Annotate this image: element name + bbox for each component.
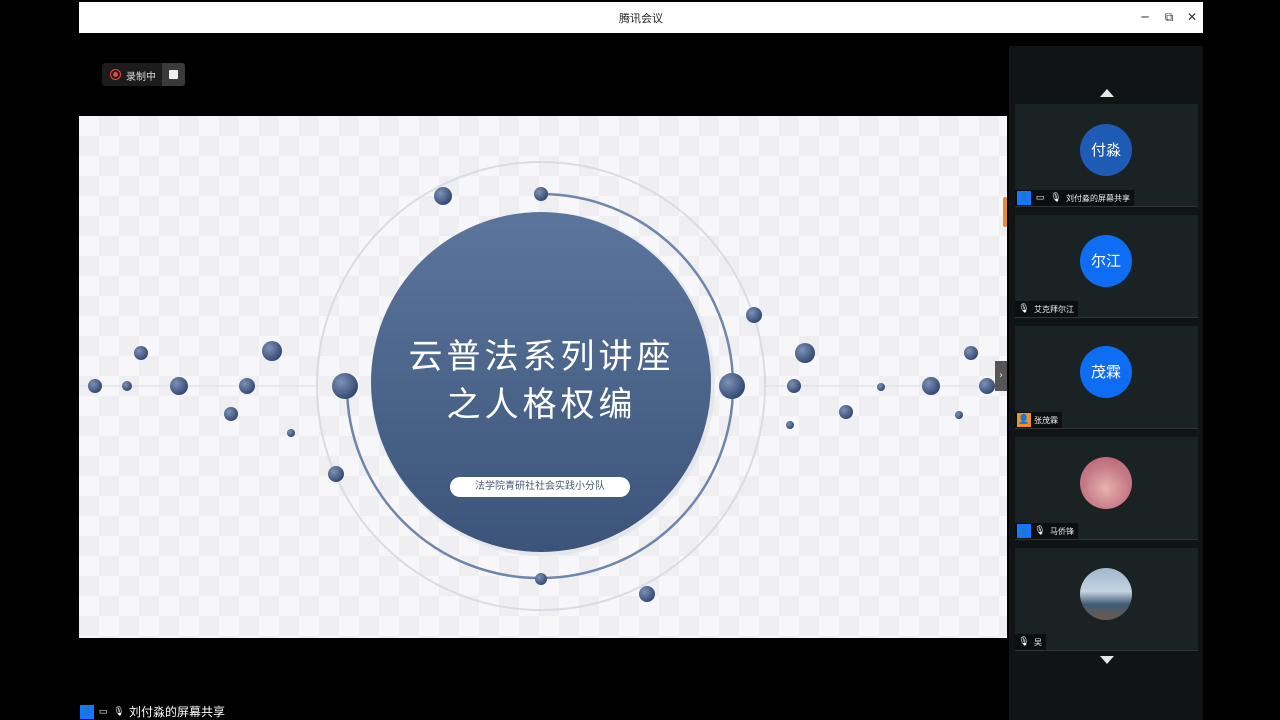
scroll-up-icon[interactable] xyxy=(1100,89,1114,97)
slide-subtitle: 法学院青研社社会实践小分队 xyxy=(450,477,630,497)
avatar: 尔江 xyxy=(1080,235,1132,287)
scroll-indicator[interactable] xyxy=(1003,197,1007,227)
participant-tile[interactable]: 尔江 🎙 艾克拜尔江 xyxy=(1015,215,1198,318)
shared-screen-slide: 云普法系列讲座 之人格权编 法学院青研社社会实践小分队 xyxy=(79,116,1007,638)
window-title: 腾讯会议 xyxy=(619,12,663,25)
host-icon: 👤 xyxy=(80,704,94,719)
share-label: 刘付淼的屏幕共享 xyxy=(129,705,226,719)
participant-namebar: 👤 张茂霖 xyxy=(1015,412,1062,428)
slide-title-line2: 之人格权编 xyxy=(446,385,637,425)
microphone-icon: 🎙 xyxy=(1018,304,1030,314)
record-dot-icon xyxy=(110,69,121,80)
participant-namebar: 🎙 艾克拜尔江 xyxy=(1015,301,1078,317)
host-icon: 👤 xyxy=(1017,524,1031,538)
slide-title-line1: 云普法系列讲座 xyxy=(408,337,675,377)
participant-tile[interactable]: 付淼 👤 ▭ 🎙 刘付淼的屏幕共享 xyxy=(1015,104,1198,207)
microphone-muted-icon: 🎙 xyxy=(1018,637,1030,647)
collapse-panel-button[interactable]: › xyxy=(995,361,1007,391)
screen-share-icon: ▭ xyxy=(98,706,108,717)
participant-namebar: 👤 🎙 马侨锋 xyxy=(1015,523,1078,539)
recording-label: 录制中 xyxy=(126,72,156,83)
participant-tile[interactable]: 🎙 吴 xyxy=(1015,548,1198,651)
participant-namebar: 👤 ▭ 🎙 刘付淼的屏幕共享 xyxy=(1015,190,1134,206)
restore-icon[interactable]: ⧉ xyxy=(1159,7,1179,27)
avatar: 付淼 xyxy=(1080,124,1132,176)
participant-panel: 付淼 👤 ▭ 🎙 刘付淼的屏幕共享 尔江 🎙 艾克拜尔江 茂霖 👤 张茂霖 👤 … xyxy=(1009,46,1203,720)
host-icon: 👤 xyxy=(1017,191,1031,205)
microphone-icon: 🎙 xyxy=(113,706,125,717)
close-icon[interactable]: ✕ xyxy=(1182,7,1202,27)
share-status-bar: 👤 ▭ 🎙 刘付淼的屏幕共享 xyxy=(80,703,225,720)
scroll-down-icon[interactable] xyxy=(1100,656,1114,664)
avatar: 茂霖 xyxy=(1080,346,1132,398)
user-icon: 👤 xyxy=(1017,413,1031,427)
participant-name: 艾克拜尔江 xyxy=(1034,304,1074,314)
stop-recording-button[interactable] xyxy=(162,63,185,86)
participant-name: 刘付淼的屏幕共享 xyxy=(1066,193,1130,203)
recording-indicator: 录制中 xyxy=(102,63,185,86)
screen-share-icon: ▭ xyxy=(1035,193,1045,203)
minimize-icon[interactable]: ─ xyxy=(1135,7,1155,27)
participant-tile[interactable]: 茂霖 👤 张茂霖 xyxy=(1015,326,1198,429)
participant-name: 张茂霖 xyxy=(1034,415,1058,425)
participant-name: 吴 xyxy=(1034,637,1042,647)
microphone-icon: 🎙 xyxy=(1050,193,1062,203)
participant-name: 马侨锋 xyxy=(1050,526,1074,536)
participant-tile[interactable]: 👤 🎙 马侨锋 xyxy=(1015,437,1198,540)
title-bar: 腾讯会议 ─ ⧉ ✕ xyxy=(79,2,1203,33)
participant-namebar: 🎙 吴 xyxy=(1015,634,1046,650)
avatar-photo xyxy=(1080,568,1132,620)
avatar-photo xyxy=(1080,457,1132,509)
microphone-muted-icon: 🎙 xyxy=(1034,526,1046,536)
